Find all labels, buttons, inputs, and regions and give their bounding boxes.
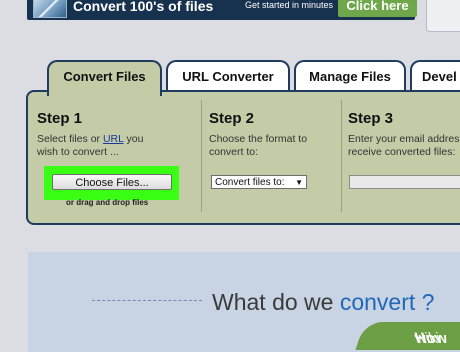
step-3-title: Step 3 bbox=[348, 110, 394, 127]
step-1-instructions: Select files or URL you wish to convert .… bbox=[37, 133, 143, 159]
watermark-how: How bbox=[412, 330, 450, 347]
banner-logo-icon bbox=[33, 0, 67, 18]
tab-manage-files[interactable]: Manage Files bbox=[294, 60, 406, 92]
drag-drop-hint: or drag and drop files bbox=[66, 198, 149, 207]
step-1-text-suffix: you bbox=[123, 133, 144, 145]
step-1: Step 1 Select files or URL you wish to co… bbox=[37, 110, 143, 159]
step-3: Step 3 Enter your email addres receive co… bbox=[348, 110, 459, 159]
step-3-instructions: Enter your email addres receive converted… bbox=[348, 133, 459, 159]
tab-convert-files[interactable]: Convert Files bbox=[47, 60, 162, 96]
choose-files-button[interactable]: Choose Files... bbox=[52, 174, 172, 190]
step-3-text: Enter your email addres bbox=[348, 133, 460, 145]
converter-panel: Step 1 Select files or URL you wish to co… bbox=[26, 90, 460, 225]
banner-cta-button[interactable]: Click here bbox=[338, 0, 417, 17]
url-link[interactable]: URL bbox=[103, 133, 124, 145]
wikihow-watermark: wiki How bbox=[355, 322, 460, 350]
step-3-text-line2: receive converted files: bbox=[348, 146, 456, 158]
section-heading: What do we convert ? bbox=[212, 289, 434, 316]
step-1-text-line2: wish to convert ... bbox=[37, 146, 119, 158]
format-select-value: Convert files to: bbox=[215, 177, 285, 188]
promo-banner[interactable]: Convert 100's of files Get started in mi… bbox=[27, 0, 417, 20]
step-divider bbox=[201, 100, 202, 212]
tab-developers[interactable]: Devel bbox=[410, 60, 460, 92]
tab-url-converter[interactable]: URL Converter bbox=[166, 60, 290, 92]
step-2-instructions: Choose the format to convert to: bbox=[209, 133, 307, 159]
side-panel bbox=[426, 0, 460, 32]
banner-headline: Convert 100's of files bbox=[73, 0, 214, 14]
step-2-title: Step 2 bbox=[209, 110, 255, 127]
banner-subtext: Get started in minutes bbox=[245, 0, 334, 10]
step-divider bbox=[341, 100, 342, 212]
step-1-title: Step 1 bbox=[37, 110, 83, 127]
chevron-down-icon: ▼ bbox=[295, 178, 303, 187]
heading-accent: convert ? bbox=[339, 289, 435, 315]
dashed-divider bbox=[92, 300, 202, 301]
format-select[interactable]: Convert files to: ▼ bbox=[211, 175, 307, 189]
step-2-text-line2: convert to: bbox=[209, 146, 259, 158]
email-field[interactable] bbox=[349, 175, 460, 189]
step-2: Step 2 Choose the format to convert to: bbox=[209, 110, 307, 159]
heading-text: What do we bbox=[212, 289, 340, 315]
step-2-text: Choose the format to bbox=[209, 133, 308, 145]
step-1-text: Select files or bbox=[37, 133, 103, 145]
